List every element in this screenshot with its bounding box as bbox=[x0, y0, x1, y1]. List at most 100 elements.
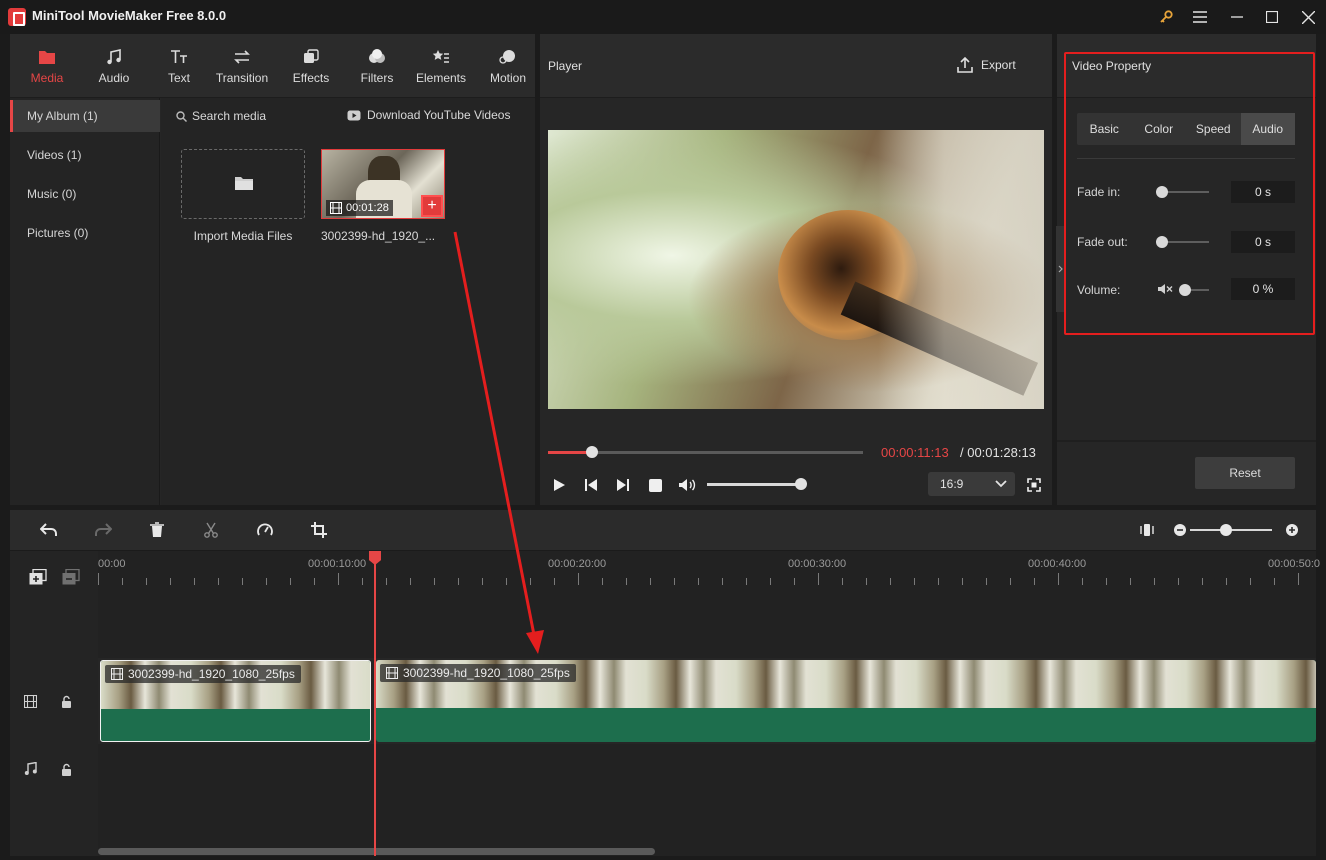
current-time: 00:00:11:13 bbox=[881, 445, 949, 460]
timeline-clip[interactable]: 3002399-hd_1920_1080_25fps bbox=[376, 660, 1316, 742]
volume-slider-handle[interactable] bbox=[795, 478, 807, 490]
search-input[interactable]: Search media bbox=[176, 109, 266, 123]
snap-toggle[interactable] bbox=[1136, 520, 1158, 540]
ruler-tick-label: 00:00:20:00 bbox=[548, 558, 607, 570]
play-button[interactable] bbox=[549, 475, 569, 495]
timeline-scrollbar[interactable] bbox=[98, 848, 655, 855]
add-track-icon[interactable] bbox=[29, 569, 47, 585]
speaker-icon bbox=[679, 479, 696, 491]
import-media-button[interactable] bbox=[181, 149, 305, 219]
download-youtube-label: Download YouTube Videos bbox=[367, 108, 511, 122]
filters-icon bbox=[368, 47, 386, 67]
lock-icon[interactable] bbox=[61, 695, 72, 708]
export-label: Export bbox=[981, 58, 1016, 72]
key-icon[interactable] bbox=[1153, 5, 1179, 29]
add-to-timeline-button[interactable]: + bbox=[421, 195, 443, 217]
ruler-tick-label: 00:00 bbox=[98, 558, 126, 570]
ruler-tick-label: 00:00:40:00 bbox=[1028, 558, 1087, 570]
search-placeholder: Search media bbox=[192, 109, 267, 123]
maximize-icon[interactable] bbox=[1259, 5, 1285, 29]
lock-icon[interactable] bbox=[61, 763, 72, 776]
youtube-download-icon bbox=[347, 110, 361, 120]
album-item-label: Music (0) bbox=[27, 187, 77, 201]
tab-elements[interactable]: Elements bbox=[413, 34, 469, 98]
tab-media[interactable]: Media bbox=[26, 34, 68, 98]
media-tab-bar: Media Audio Text Transition Effects Filt… bbox=[10, 34, 535, 98]
video-preview[interactable] bbox=[548, 130, 1044, 409]
media-duration: 00:01:28 bbox=[346, 202, 389, 214]
menu-icon[interactable] bbox=[1187, 5, 1213, 29]
timeline-clip[interactable]: 3002399-hd_1920_1080_25fps bbox=[100, 660, 371, 742]
album-item-music[interactable]: Music (0) bbox=[10, 178, 160, 210]
playback-progress-bar[interactable] bbox=[548, 446, 863, 458]
film-icon bbox=[330, 202, 342, 214]
zoom-out-button[interactable] bbox=[1169, 520, 1191, 540]
preview-shirt bbox=[878, 130, 1044, 409]
album-item-my-album[interactable]: My Album (1) bbox=[10, 100, 160, 132]
download-youtube-button[interactable]: Download YouTube Videos bbox=[347, 108, 510, 122]
tab-text[interactable]: Text bbox=[158, 34, 200, 98]
volume-button[interactable] bbox=[677, 475, 697, 495]
tab-filters-label: Filters bbox=[360, 71, 394, 85]
tab-audio[interactable]: Audio bbox=[93, 34, 135, 98]
close-icon[interactable] bbox=[1295, 5, 1321, 29]
export-button[interactable]: Export bbox=[957, 57, 1016, 73]
zoom-in-button[interactable] bbox=[1281, 520, 1303, 540]
crop-button[interactable] bbox=[308, 520, 330, 540]
audio-track bbox=[98, 746, 1316, 842]
tab-media-label: Media bbox=[30, 71, 64, 85]
tab-motion-label: Motion bbox=[489, 71, 527, 85]
volume-slider[interactable] bbox=[707, 483, 802, 486]
clip-name: 3002399-hd_1920_1080_25fps bbox=[403, 666, 570, 680]
zoom-slider-handle[interactable] bbox=[1220, 524, 1232, 536]
album-item-label: Videos (1) bbox=[27, 148, 82, 162]
timeline: 00:00 00:00:10:00 00:00:20:00 00:00:30:0… bbox=[10, 551, 1320, 856]
tab-filters[interactable]: Filters bbox=[355, 34, 399, 98]
title-bar: MiniTool MovieMaker Free 8.0.0 bbox=[0, 0, 1326, 34]
film-icon bbox=[386, 667, 398, 679]
next-frame-button[interactable] bbox=[613, 475, 633, 495]
music-note-icon bbox=[106, 47, 122, 67]
text-icon bbox=[170, 47, 188, 67]
transition-icon bbox=[233, 47, 251, 67]
aspect-ratio-select[interactable]: 16:9 bbox=[928, 472, 1015, 496]
album-item-pictures[interactable]: Pictures (0) bbox=[10, 217, 160, 249]
media-panel: Media Audio Text Transition Effects Filt… bbox=[10, 34, 535, 505]
playhead[interactable] bbox=[374, 551, 376, 856]
tab-motion[interactable]: Motion bbox=[484, 34, 532, 98]
speed-button[interactable] bbox=[254, 520, 276, 540]
play-icon bbox=[554, 479, 565, 491]
ruler-ticks bbox=[98, 573, 1299, 585]
export-icon bbox=[957, 57, 973, 73]
collapse-panel-handle[interactable] bbox=[1056, 226, 1064, 312]
media-duration-badge: 00:01:28 bbox=[326, 200, 393, 216]
trash-icon bbox=[150, 522, 164, 537]
album-item-videos[interactable]: Videos (1) bbox=[10, 139, 160, 171]
fullscreen-button[interactable] bbox=[1024, 475, 1044, 495]
playback-progress-handle[interactable] bbox=[586, 446, 599, 458]
speedometer-icon bbox=[257, 523, 273, 536]
zoom-out-icon bbox=[1174, 524, 1186, 536]
split-button[interactable] bbox=[200, 520, 222, 540]
media-item-thumbnail[interactable]: 00:01:28 + bbox=[321, 149, 445, 219]
album-sidebar: My Album (1) Videos (1) Music (0) Pictur… bbox=[10, 98, 160, 505]
track-headers bbox=[10, 551, 98, 856]
snap-icon bbox=[1140, 524, 1154, 536]
redo-button[interactable] bbox=[92, 520, 114, 540]
tab-effects[interactable]: Effects bbox=[288, 34, 334, 98]
reset-button[interactable]: Reset bbox=[1195, 457, 1295, 489]
chevron-down-icon bbox=[995, 480, 1007, 488]
ruler-tick-label: 00:00:10:00 bbox=[308, 558, 367, 570]
ruler-tick-label: 00:00:50:0 bbox=[1268, 558, 1320, 570]
delete-button[interactable] bbox=[146, 520, 168, 540]
previous-frame-button[interactable] bbox=[581, 475, 601, 495]
timeline-ruler[interactable]: 00:00 00:00:10:00 00:00:20:00 00:00:30:0… bbox=[98, 551, 1320, 595]
remove-track-icon[interactable] bbox=[62, 569, 80, 585]
elements-icon bbox=[432, 47, 450, 67]
highlight-box bbox=[1064, 52, 1315, 335]
tab-transition[interactable]: Transition bbox=[210, 34, 274, 98]
album-item-label: My Album (1) bbox=[27, 109, 98, 123]
stop-button[interactable] bbox=[645, 475, 665, 495]
undo-button[interactable] bbox=[38, 520, 60, 540]
minimize-icon[interactable] bbox=[1224, 5, 1250, 29]
